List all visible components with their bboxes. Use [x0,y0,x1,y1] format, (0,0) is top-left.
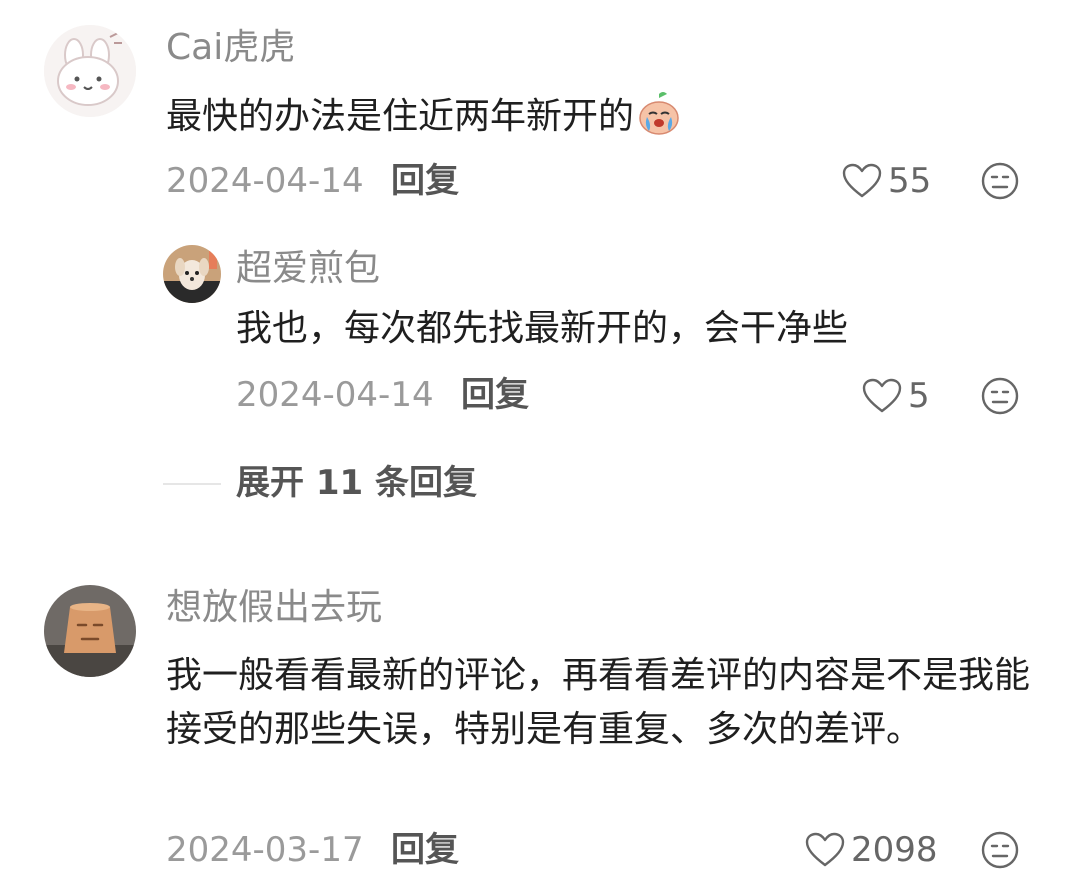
reply-button[interactable]: 回复 [461,375,529,415]
avatar[interactable] [163,245,221,303]
like-button[interactable]: 2098 [805,829,938,871]
clay-pot-face-avatar-icon [44,585,136,677]
username[interactable]: Cai虎虎 [166,26,295,70]
reply-button[interactable]: 回复 [391,161,459,201]
avatar[interactable] [44,25,136,117]
neutral-face-icon [981,831,1019,869]
dislike-button[interactable] [980,161,1020,201]
comment-date: 2024-03-17 [166,830,364,870]
comment-text-body: 最快的办法是住近两年新开的 [166,96,635,137]
like-count: 55 [888,161,932,201]
expand-divider [163,483,221,485]
reply-button[interactable]: 回复 [391,830,459,870]
reply-text: 我也，每次都先找最新开的，会干净些 [236,308,849,349]
expand-replies-button[interactable]: 展开 11 条回复 [236,462,477,504]
comment-text: 我一般看看最新的评论，再看看差评的内容是不是我能接受的那些失误，特别是有重复、多… [166,655,1031,750]
reply-date: 2024-04-14 [236,375,434,415]
dislike-button[interactable] [980,376,1020,416]
comment-text: 最快的办法是住近两年新开的 [166,90,682,144]
bunny-avatar-icon [44,25,136,117]
dislike-button[interactable] [980,830,1020,870]
comment-date: 2024-04-14 [166,161,364,201]
comment-list: Cai虎虎 最快的办法是住近两年新开的 2024-04-14 回复 55 超爱煎… [0,0,1080,888]
like-count: 2098 [851,830,938,870]
like-button[interactable]: 55 [842,160,931,202]
avatar[interactable] [44,585,136,677]
username[interactable]: 超爱煎包 [236,247,380,291]
heart-outline-icon [842,163,882,198]
neutral-face-icon [981,377,1019,415]
heart-outline-icon [862,378,902,413]
heart-outline-icon [805,832,845,867]
like-button[interactable]: 5 [862,375,930,417]
dog-photo-avatar-icon [163,245,221,303]
like-count: 5 [908,376,930,416]
crying-face-emoji-icon [636,90,682,136]
username[interactable]: 想放假出去玩 [166,586,382,630]
neutral-face-icon [981,162,1019,200]
